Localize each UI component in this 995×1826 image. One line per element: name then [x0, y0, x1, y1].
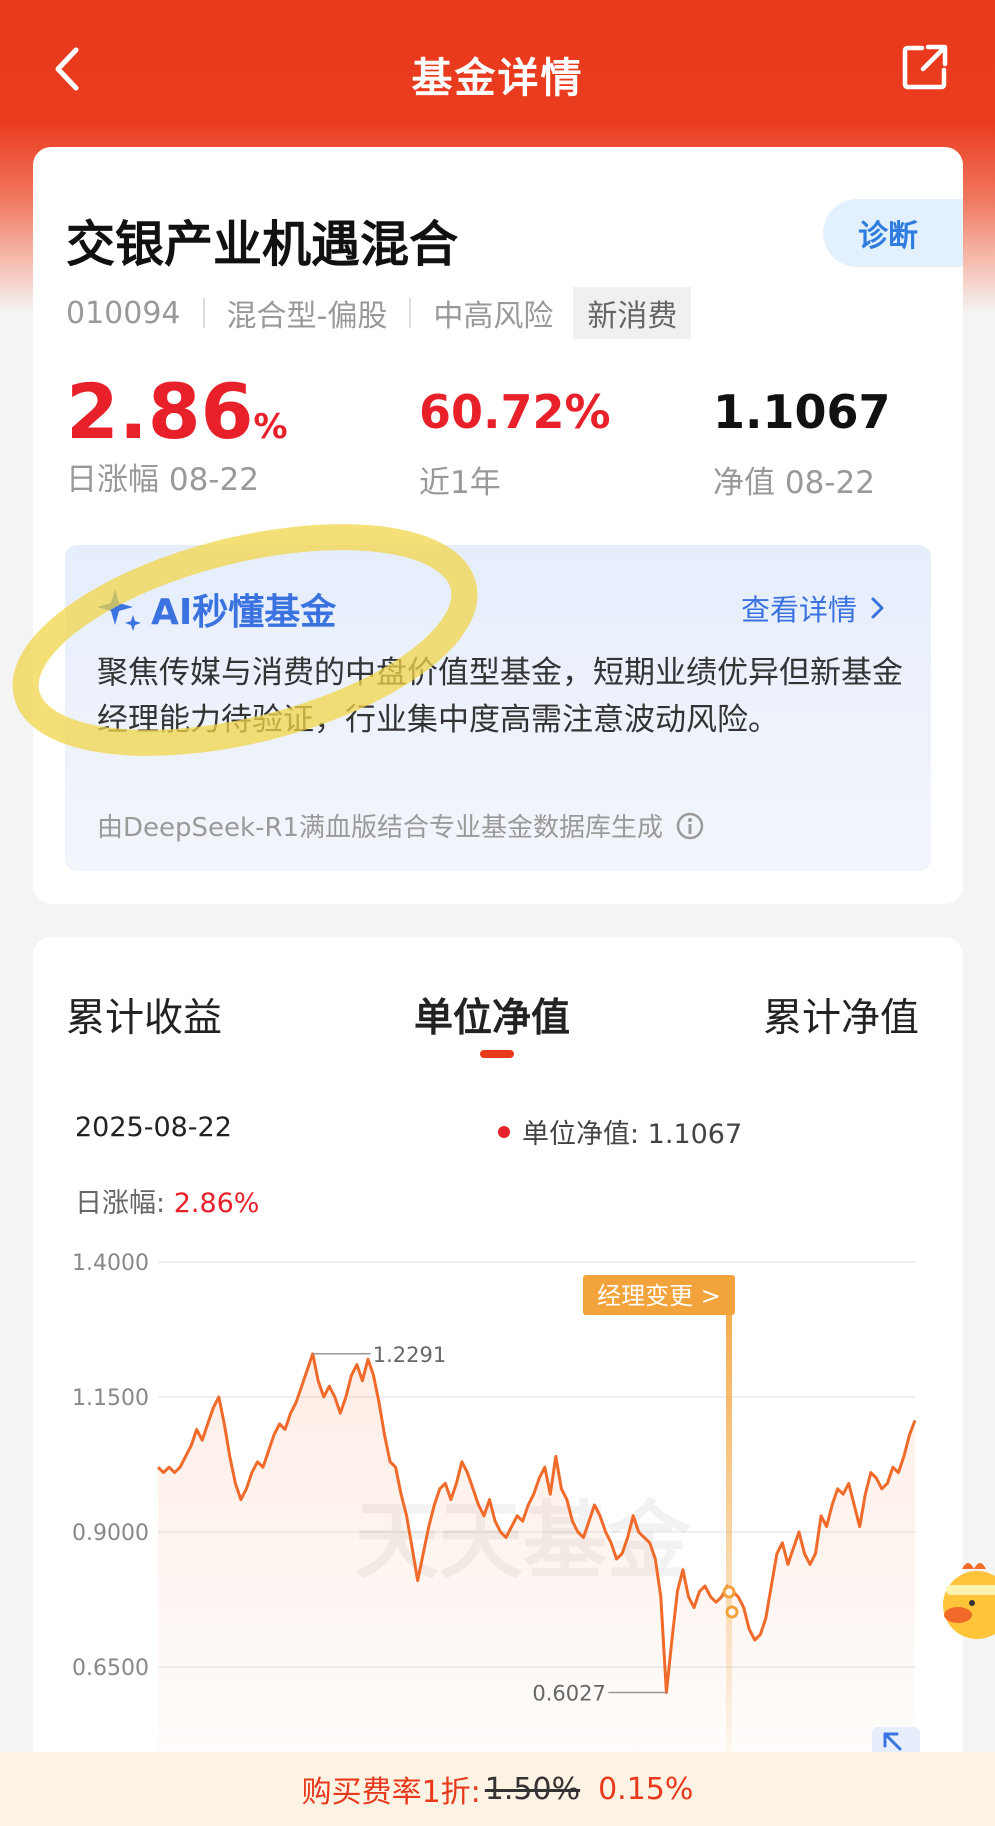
promo-bar[interactable]: 购买费率1折: 1.50% 0.15% — [0, 1752, 995, 1826]
event-marker-label: 经理变更 > — [597, 1282, 721, 1310]
event-point — [725, 1605, 739, 1619]
y-tick-label: 1.1500 — [72, 1386, 149, 1411]
promo-label: 购买费率1折: — [301, 1775, 481, 1810]
y-tick-label: 1.4000 — [72, 1251, 149, 1276]
promo-old-rate: 1.50% — [484, 1771, 581, 1807]
min-label: 0.6027 — [532, 1682, 605, 1706]
event-marker-line — [726, 1312, 732, 1752]
y-tick-label: 0.6500 — [72, 1656, 149, 1681]
y-tick-label: 0.9000 — [72, 1521, 149, 1546]
max-label: 1.2291 — [373, 1343, 446, 1367]
mascot-icon[interactable] — [932, 1555, 995, 1651]
event-point — [722, 1585, 736, 1599]
nav-line-chart[interactable]: 1.40001.15000.90000.6500天天基金1.22910.6027… — [0, 0, 995, 1752]
promo-new-rate: 0.15% — [598, 1771, 694, 1807]
expand-icon[interactable] — [872, 1727, 920, 1752]
